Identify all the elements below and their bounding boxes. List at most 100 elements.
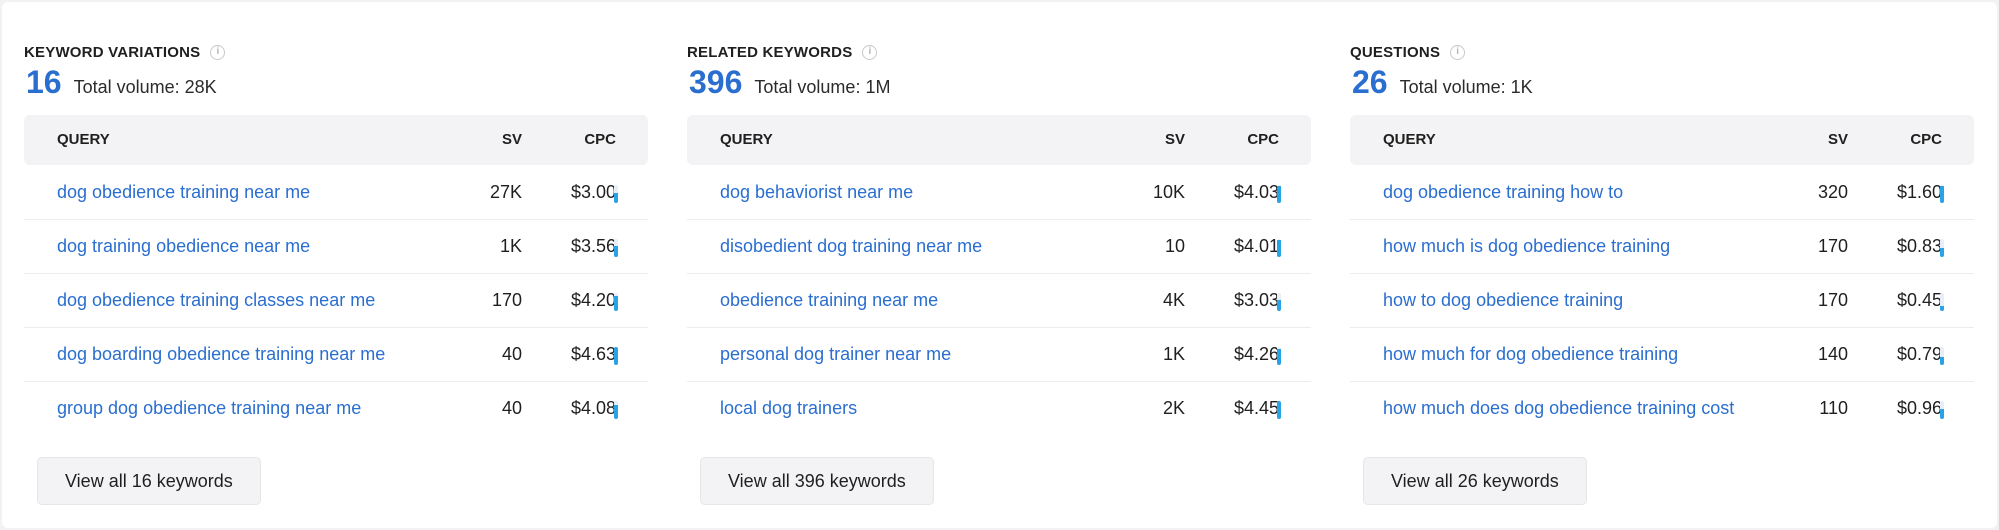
keyword-link[interactable]: how much does dog obedience training cos… (1383, 398, 1734, 419)
table-row: local dog trainers 2K $4.45 (687, 382, 1311, 436)
cpc-value: $4.03 (1233, 182, 1279, 202)
total-volume: Total volume: 28K (73, 77, 217, 97)
column-header-sv[interactable]: SV (1165, 131, 1185, 148)
keyword-link[interactable]: how much is dog obedience training (1383, 236, 1670, 257)
panel-title-text: RELATED KEYWORDS (687, 43, 853, 61)
table-row: how much is dog obedience training 170 $… (1350, 220, 1974, 274)
view-all-button[interactable]: View all 16 keywords (37, 457, 261, 505)
view-all-button[interactable]: View all 26 keywords (1363, 457, 1587, 505)
table-row: dog boarding obedience training near me … (24, 328, 648, 382)
keyword-table-body: dog obedience training near me 27K $3.00… (24, 166, 648, 436)
column-header-sv[interactable]: SV (1828, 131, 1848, 148)
keyword-link[interactable]: dog behaviorist near me (720, 182, 913, 203)
keyword-link[interactable]: local dog trainers (720, 398, 857, 419)
keyword-link[interactable]: dog obedience training how to (1383, 182, 1623, 203)
questions-panel: QUESTIONS i 26 Total volume: 1K QUERY SV… (1350, 2, 1974, 528)
table-row: dog obedience training near me 27K $3.00 (24, 166, 648, 220)
search-volume: 320 (1817, 182, 1848, 202)
table-row: how much for dog obedience training 140 … (1350, 328, 1974, 382)
column-header-cpc[interactable]: CPC (584, 131, 616, 148)
search-volume: 4K (1162, 290, 1185, 310)
column-header-query: QUERY (57, 131, 110, 148)
keyword-link[interactable]: dog training obedience near me (57, 236, 310, 257)
keyword-table-body: dog behaviorist near me 10K $4.03 disobe… (687, 166, 1311, 436)
table-row: obedience training near me 4K $3.03 (687, 274, 1311, 328)
panel-title: RELATED KEYWORDS i (687, 42, 878, 62)
search-volume: 1K (1162, 344, 1185, 364)
keyword-count: 16 (26, 64, 62, 100)
keyword-variations-panel: KEYWORD VARIATIONS i 16 Total volume: 28… (24, 2, 648, 528)
panel-summary: 396 Total volume: 1M (689, 64, 890, 102)
search-volume: 40 (501, 344, 522, 364)
keyword-link[interactable]: dog obedience training near me (57, 182, 310, 203)
table-row: dog training obedience near me 1K $3.56 (24, 220, 648, 274)
table-row: dog obedience training how to 320 $1.60 (1350, 166, 1974, 220)
cpc-value: $4.26 (1233, 344, 1279, 364)
column-header-cpc[interactable]: CPC (1247, 131, 1279, 148)
info-icon[interactable]: i (1450, 44, 1466, 60)
column-header-query: QUERY (1383, 131, 1436, 148)
related-keywords-panel: RELATED KEYWORDS i 396 Total volume: 1M … (687, 2, 1311, 528)
keyword-link[interactable]: group dog obedience training near me (57, 398, 361, 419)
cpc-value: $3.56 (570, 236, 616, 256)
panel-summary: 26 Total volume: 1K (1352, 64, 1533, 102)
total-volume: Total volume: 1K (1399, 77, 1533, 97)
cpc-value: $3.00 (570, 182, 616, 202)
table-row: personal dog trainer near me 1K $4.26 (687, 328, 1311, 382)
cpc-value: $0.45 (1896, 290, 1942, 310)
cpc-value: $0.79 (1896, 344, 1942, 364)
competition-bar (1940, 401, 1944, 419)
cpc-value: $4.63 (570, 344, 616, 364)
column-header-sv[interactable]: SV (502, 131, 522, 148)
search-volume: 10K (1152, 182, 1185, 202)
panel-title: KEYWORD VARIATIONS i (24, 42, 226, 62)
column-header-query: QUERY (720, 131, 773, 148)
table-row: group dog obedience training near me 40 … (24, 382, 648, 436)
keyword-link[interactable]: dog boarding obedience training near me (57, 344, 385, 365)
keyword-link[interactable]: disobedient dog training near me (720, 236, 982, 257)
keyword-link[interactable]: how to dog obedience training (1383, 290, 1623, 311)
table-row: how to dog obedience training 170 $0.45 (1350, 274, 1974, 328)
table-row: how much does dog obedience training cos… (1350, 382, 1974, 436)
competition-bar (614, 185, 618, 203)
competition-bar (1277, 347, 1281, 365)
keyword-link[interactable]: how much for dog obedience training (1383, 344, 1678, 365)
column-header-cpc[interactable]: CPC (1910, 131, 1942, 148)
keyword-count: 26 (1352, 64, 1388, 100)
search-volume: 1K (499, 236, 522, 256)
competition-bar (614, 347, 618, 365)
view-all-button[interactable]: View all 396 keywords (700, 457, 934, 505)
panel-title-text: KEYWORD VARIATIONS (24, 43, 201, 61)
competition-bar (1940, 185, 1944, 203)
search-volume: 110 (1819, 398, 1848, 418)
table-row: dog obedience training classes near me 1… (24, 274, 648, 328)
table-row: disobedient dog training near me 10 $4.0… (687, 220, 1311, 274)
cpc-value: $1.60 (1896, 182, 1942, 202)
keyword-link[interactable]: obedience training near me (720, 290, 938, 311)
competition-bar (614, 401, 618, 419)
search-volume: 27K (489, 182, 522, 202)
keyword-link[interactable]: dog obedience training classes near me (57, 290, 375, 311)
competition-bar (614, 293, 618, 311)
cpc-value: $4.45 (1233, 398, 1279, 418)
competition-bar (1940, 293, 1944, 311)
search-volume: 10 (1164, 236, 1185, 256)
search-volume: 140 (1817, 344, 1848, 364)
cpc-value: $4.20 (570, 290, 616, 310)
search-volume: 40 (501, 398, 522, 418)
info-icon[interactable]: i (862, 44, 878, 60)
competition-bar (1940, 239, 1944, 257)
cpc-value: $4.08 (570, 398, 616, 418)
panel-summary: 16 Total volume: 28K (26, 64, 217, 102)
panel-title: QUESTIONS i (1350, 42, 1466, 62)
keyword-count: 396 (689, 64, 743, 100)
table-header: QUERY SV CPC (687, 115, 1311, 165)
competition-bar (614, 239, 618, 257)
cpc-value: $0.83 (1896, 236, 1942, 256)
keyword-link[interactable]: personal dog trainer near me (720, 344, 951, 365)
search-volume: 2K (1162, 398, 1185, 418)
competition-bar (1277, 401, 1281, 419)
search-volume: 170 (1817, 290, 1848, 310)
info-icon[interactable]: i (210, 44, 226, 60)
panel-title-text: QUESTIONS (1350, 43, 1441, 61)
